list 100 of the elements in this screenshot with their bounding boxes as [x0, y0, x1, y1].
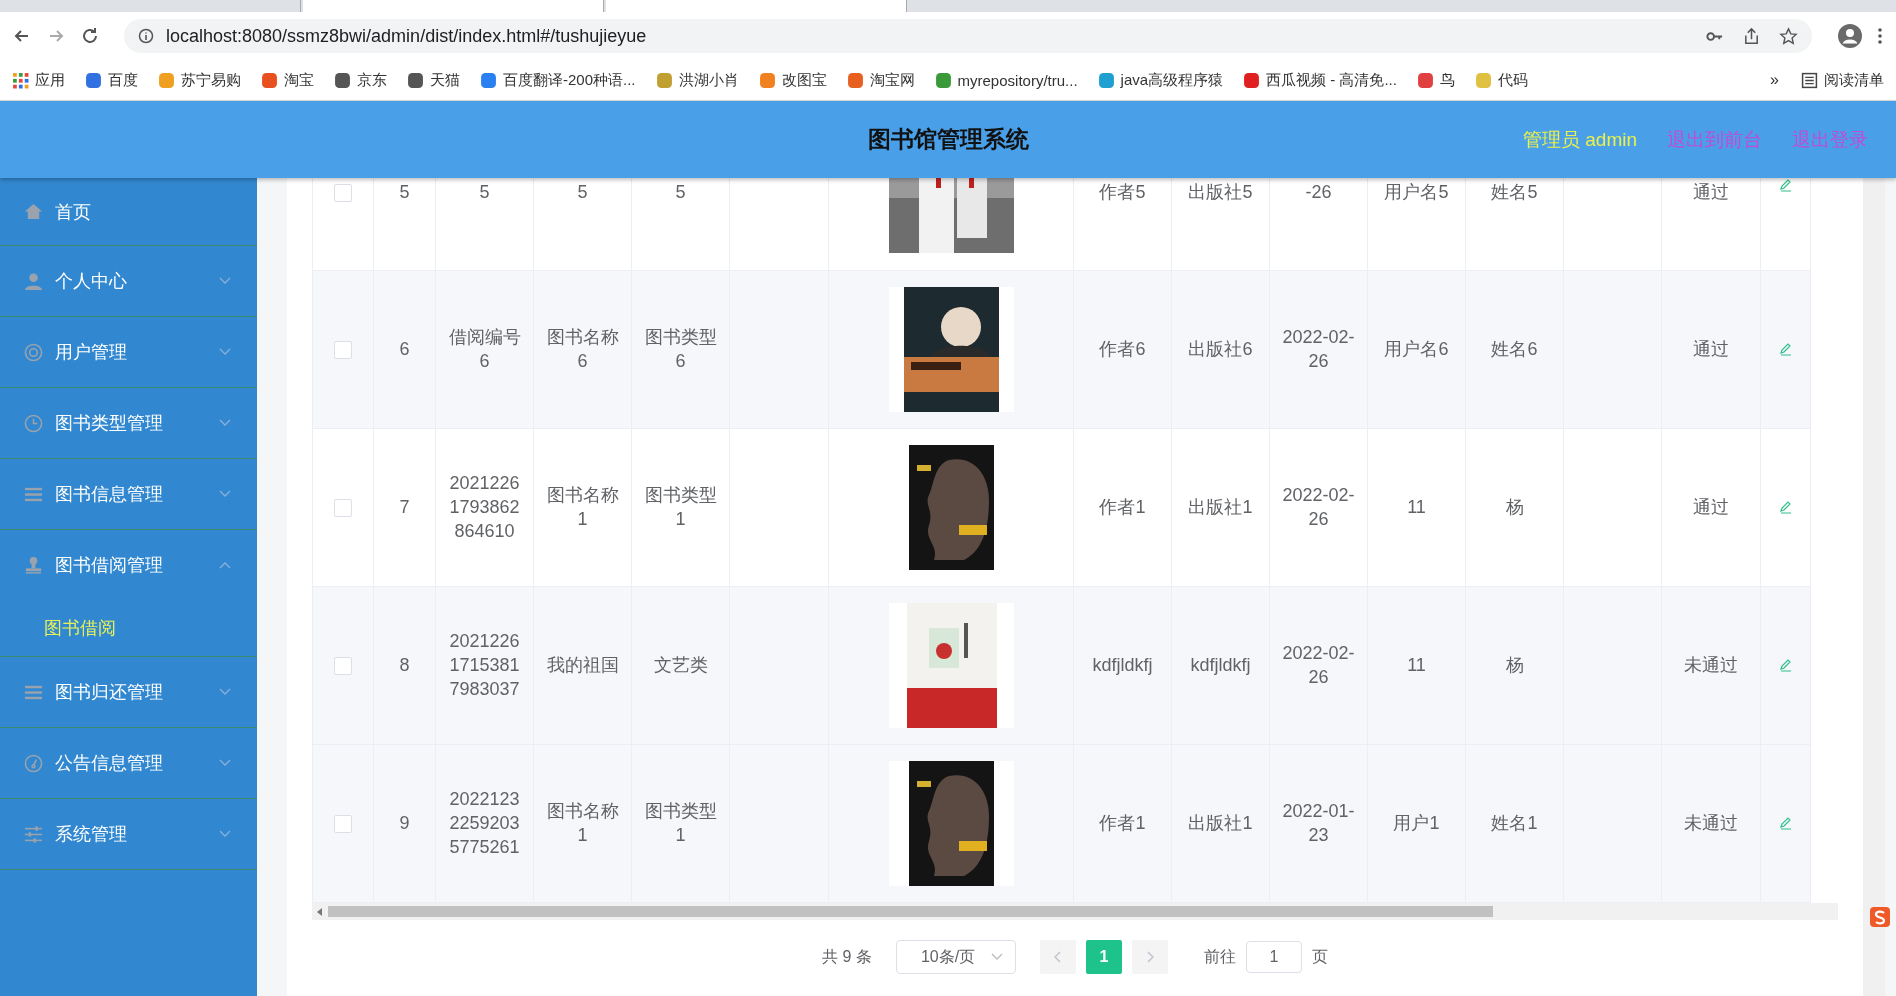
bookmark[interactable]: 天猫 — [407, 70, 460, 90]
site-icon — [846, 71, 864, 89]
bookmark[interactable]: 西瓜视频 - 高清免... — [1243, 70, 1397, 90]
bookmark[interactable]: 百度 — [85, 70, 138, 90]
info-icon[interactable] — [138, 28, 154, 44]
row-checkbox[interactable] — [334, 341, 352, 360]
table-cell-text: 姓名5 — [1491, 181, 1538, 204]
reading-list-icon — [1801, 71, 1818, 89]
table-cell-text: 作者1 — [1099, 496, 1146, 519]
reload-icon[interactable] — [80, 26, 100, 46]
goto-label: 前往 — [1203, 946, 1236, 967]
star-icon[interactable] — [1779, 26, 1798, 46]
page-size-select[interactable]: 10条/页 — [895, 940, 1016, 974]
table-cell-text: 5 — [675, 181, 686, 204]
table-cell-text: 借阅编号6 — [447, 326, 522, 373]
row-checkbox[interactable] — [334, 499, 352, 518]
table-cell-text: 11 — [1407, 654, 1426, 677]
caret-icon — [990, 953, 1003, 961]
bookmark[interactable]: java高级程序猿 — [1097, 70, 1224, 90]
table-cell-text: 2022-02-26 — [1281, 484, 1356, 531]
site-icon — [1243, 71, 1261, 89]
bookmark[interactable]: 京东 — [334, 70, 387, 90]
bookmark[interactable]: 鸟 — [1416, 70, 1455, 90]
bookmark[interactable]: 洪湖小肖 — [655, 70, 739, 90]
edit-icon[interactable] — [1779, 342, 1793, 356]
table-cell: 未通过 — [1684, 655, 1738, 675]
table-cell-text: 2022-02-26 — [1281, 642, 1356, 689]
total-count: 共 9 条 — [822, 946, 872, 967]
table-cell-text: 202212322592035775261 — [448, 788, 521, 859]
share-icon[interactable] — [1742, 26, 1761, 46]
table-cell: 5 — [399, 182, 410, 202]
table-cell: 8 — [399, 655, 410, 675]
chevron-icon — [219, 277, 231, 285]
table-cell: 7 — [399, 497, 410, 517]
site-icon — [758, 71, 776, 89]
table-cell-text: 11 — [1407, 496, 1426, 519]
sidebar-item[interactable]: 图书类型管理 — [0, 388, 257, 458]
ring-icon — [24, 342, 43, 362]
table-cell-text: 图书名称1 — [545, 484, 620, 531]
table-cell-text: 图书名称1 — [545, 800, 620, 847]
table-cell-text: 出版社6 — [1188, 338, 1253, 361]
sidebar-item[interactable]: 图书借阅管理 — [0, 530, 257, 600]
chevron-icon — [219, 830, 231, 838]
horizontal-scrollbar[interactable] — [312, 903, 1838, 920]
table-cell: 通过 — [1693, 182, 1729, 202]
sidebar-item[interactable]: 用户管理 — [0, 317, 257, 387]
bookmark[interactable]: 淘宝 — [261, 70, 314, 90]
sidebar-item[interactable]: 首页 — [0, 178, 257, 245]
sidebar-item[interactable]: 个人中心 — [0, 246, 257, 316]
input-method-icon[interactable] — [1869, 906, 1891, 928]
chevron-icon — [219, 759, 231, 767]
bookmark[interactable]: 代码 — [1474, 70, 1528, 90]
row-checkbox[interactable] — [334, 815, 352, 834]
table-cell: 通过 — [1693, 497, 1729, 517]
table-cell-text: 姓名6 — [1491, 338, 1538, 361]
chevron-icon — [219, 561, 231, 569]
site-icon — [261, 71, 278, 89]
table-cell-text: 用户名5 — [1384, 181, 1449, 204]
page-input[interactable]: 1 — [1245, 941, 1302, 973]
stamp-icon — [24, 555, 43, 575]
edit-icon[interactable] — [1779, 500, 1793, 514]
table-cell-text: kdfjldkfj — [1092, 654, 1153, 677]
reading-list[interactable]: 阅读清单 — [1801, 70, 1884, 90]
app-title: 图书馆管理系统 — [867, 125, 1029, 154]
table-cell-text: 5 — [577, 181, 588, 204]
chevron-icon — [219, 688, 231, 696]
table-cell-text: 文艺类 — [653, 654, 708, 677]
bookmark[interactable]: 百度翻译-200种语... — [480, 70, 636, 90]
row-checkbox[interactable] — [334, 184, 352, 203]
bookmark[interactable]: 苏宁易购 — [158, 70, 241, 90]
edit-icon[interactable] — [1779, 658, 1793, 672]
user-icon — [24, 271, 43, 291]
menu-icon[interactable] — [1876, 26, 1884, 46]
site-icon — [158, 71, 175, 89]
sidebar-item[interactable]: 系统管理 — [0, 799, 257, 869]
edit-icon[interactable] — [1779, 178, 1793, 192]
table-cell-text: 姓名1 — [1491, 812, 1538, 835]
site-icon — [1097, 71, 1115, 89]
bookmark[interactable]: 应用 — [12, 70, 65, 90]
row-checkbox[interactable] — [334, 657, 352, 676]
table-cell-text: -26 — [1305, 181, 1332, 204]
sidebar-item[interactable]: 图书信息管理 — [0, 459, 257, 529]
site-icon — [1474, 71, 1492, 89]
bookmark[interactable]: myrepository/tru... — [934, 71, 1078, 89]
table-cell: 9 — [399, 813, 410, 833]
site-icon — [934, 71, 952, 89]
apps-icon — [12, 71, 29, 89]
table-cell-text: 图书类型1 — [643, 484, 718, 531]
scroll-left-icon[interactable] — [317, 907, 323, 916]
more-bookmarks[interactable]: » — [1770, 71, 1779, 89]
address-bar[interactable]: localhost:8080/ssmz8bwi/admin/dist/index.html#/tushujieyue — [124, 19, 1812, 53]
table-cell-text: 用户名6 — [1384, 338, 1449, 361]
clock-icon — [24, 413, 43, 433]
sidebar-item[interactable]: 公告信息管理 — [0, 728, 257, 798]
table-cell-text: 出版社5 — [1188, 181, 1253, 204]
sidebar-item[interactable]: 图书归还管理 — [0, 657, 257, 727]
bookmark[interactable]: 淘宝网 — [846, 70, 915, 90]
edit-icon[interactable] — [1779, 816, 1793, 830]
bookmark[interactable]: 改图宝 — [758, 70, 827, 90]
profile-icon[interactable] — [1838, 24, 1862, 48]
